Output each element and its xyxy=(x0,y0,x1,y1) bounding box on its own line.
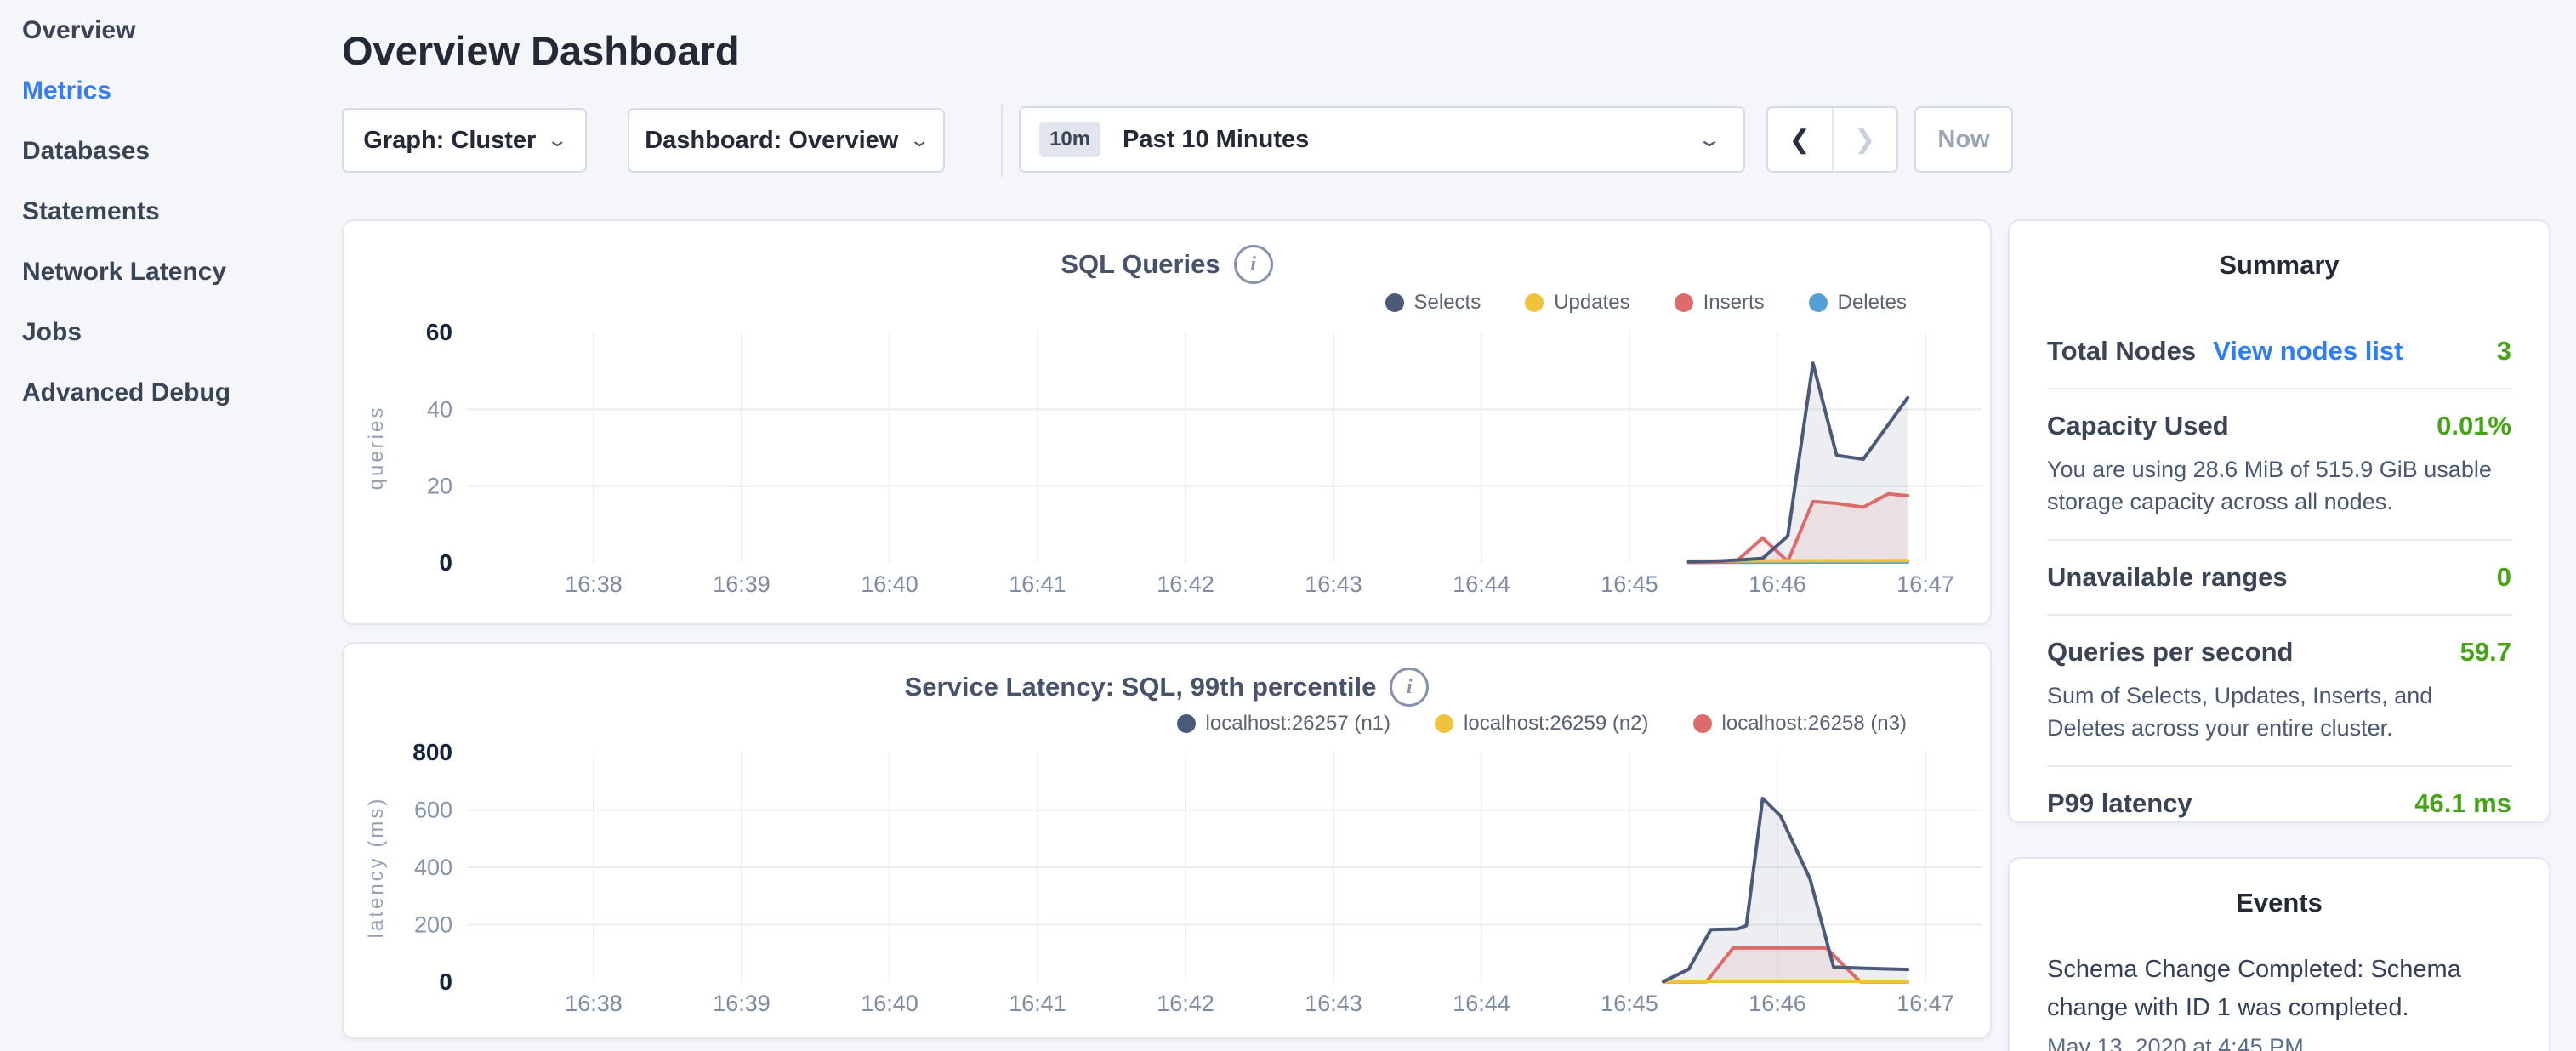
svg-text:latency (ms): latency (ms) xyxy=(365,797,388,939)
svg-text:0: 0 xyxy=(439,549,452,576)
svg-text:60: 60 xyxy=(426,319,452,345)
svg-text:16:39: 16:39 xyxy=(713,991,771,1016)
svg-text:20: 20 xyxy=(427,474,452,499)
time-range-selector[interactable]: 10m Past 10 Minutes ⌄ xyxy=(1019,106,1745,173)
deletes-dot-icon xyxy=(1809,293,1828,312)
p99-latency-value: 46.1 ms xyxy=(2414,788,2511,819)
svg-text:16:47: 16:47 xyxy=(1896,571,1954,597)
page-title: Overview Dashboard xyxy=(342,27,740,74)
sidebar-item-advanced-debug[interactable]: Advanced Debug xyxy=(0,362,340,423)
chart-title: Service Latency: SQL, 99th percentile xyxy=(905,672,1377,702)
svg-text:16:44: 16:44 xyxy=(1453,571,1510,597)
svg-text:16:42: 16:42 xyxy=(1157,991,1214,1016)
chart-title: SQL Queries xyxy=(1061,249,1220,280)
sidebar-item-databases[interactable]: Databases xyxy=(0,121,340,181)
graph-scope-dropdown[interactable]: Graph: Cluster ⌄ xyxy=(342,108,587,173)
svg-text:16:46: 16:46 xyxy=(1749,571,1806,597)
event-text: Schema Change Completed: Schema change w… xyxy=(2047,951,2511,1027)
svg-text:16:43: 16:43 xyxy=(1305,991,1362,1016)
time-nav-group: ❮ ❯ xyxy=(1766,106,1898,173)
unavailable-ranges-value: 0 xyxy=(2497,562,2511,593)
svg-text:16:41: 16:41 xyxy=(1009,991,1066,1016)
chart-legend: Selects Updates Inserts Deletes xyxy=(1385,291,1908,315)
svg-text:16:39: 16:39 xyxy=(713,571,771,597)
time-next-button[interactable]: ❯ xyxy=(1834,108,1897,171)
selects-dot-icon xyxy=(1385,293,1404,312)
legend-item: localhost:26257 (n1) xyxy=(1177,712,1390,736)
legend-item: Selects xyxy=(1385,291,1481,315)
event-item[interactable]: Schema Change Completed: Schema change w… xyxy=(2047,951,2511,1051)
legend-item: localhost:26259 (n2) xyxy=(1435,712,1648,736)
svg-text:16:42: 16:42 xyxy=(1157,571,1214,597)
info-icon[interactable]: i xyxy=(1234,245,1273,284)
chevron-down-icon: ⌄ xyxy=(909,129,931,151)
svg-text:0: 0 xyxy=(439,969,452,995)
node2-dot-icon xyxy=(1435,714,1453,733)
view-nodes-list-link[interactable]: View nodes list xyxy=(2213,336,2403,366)
sidebar-item-metrics[interactable]: Metrics xyxy=(0,60,340,121)
capacity-used-desc: You are using 28.6 MiB of 515.9 GiB usab… xyxy=(2047,453,2511,518)
summary-panel: Summary Total Nodes View nodes list 3 Ca… xyxy=(2008,219,2550,823)
summary-row-queries-per-second: Queries per second 59.7 Sum of Selects, … xyxy=(2047,616,2511,767)
legend-item: Inserts xyxy=(1675,291,1765,315)
svg-text:16:38: 16:38 xyxy=(565,991,623,1016)
time-now-button[interactable]: Now xyxy=(1914,106,2013,173)
svg-text:queries: queries xyxy=(365,406,388,491)
info-icon[interactable]: i xyxy=(1390,668,1429,707)
sidebar-item-jobs[interactable]: Jobs xyxy=(0,302,340,362)
svg-text:800: 800 xyxy=(412,739,452,765)
sidebar-item-statements[interactable]: Statements xyxy=(0,181,340,241)
dashboard-label: Dashboard: Overview xyxy=(645,127,898,155)
inserts-dot-icon xyxy=(1675,293,1693,312)
events-panel: Events Schema Change Completed: Schema c… xyxy=(2008,857,2550,1051)
legend-item: Updates xyxy=(1525,291,1629,315)
time-range-label: Past 10 Minutes xyxy=(1123,126,1701,154)
svg-text:16:47: 16:47 xyxy=(1896,991,1954,1016)
svg-text:40: 40 xyxy=(427,396,452,422)
sql-queries-chart-card: 16:38 16:39 16:40 16:41 16:42 16:43 16:44 16:45… xyxy=(342,219,1992,625)
service-latency-chart-card: 16:38 16:39 16:40 16:41 16:42 16:43 16:44 16:45… xyxy=(342,642,1992,1039)
toolbar-divider xyxy=(1001,104,1003,177)
summary-row-total-nodes: Total Nodes View nodes list 3 xyxy=(2047,315,2511,389)
svg-text:16:40: 16:40 xyxy=(861,991,918,1016)
dashboard-dropdown[interactable]: Dashboard: Overview ⌄ xyxy=(628,108,945,173)
summary-row-capacity-used: Capacity Used 0.01% You are using 28.6 M… xyxy=(2047,389,2511,541)
svg-text:16:44: 16:44 xyxy=(1453,991,1510,1016)
time-range-badge: 10m xyxy=(1039,122,1100,157)
chevron-down-icon: ⌄ xyxy=(547,129,569,151)
node3-dot-icon xyxy=(1693,714,1712,733)
updates-dot-icon xyxy=(1525,293,1544,312)
sidebar-item-overview[interactable]: Overview xyxy=(0,0,340,60)
svg-text:200: 200 xyxy=(414,912,452,938)
legend-item: Deletes xyxy=(1809,291,1907,315)
svg-text:16:40: 16:40 xyxy=(861,571,918,597)
capacity-used-value: 0.01% xyxy=(2437,411,2511,441)
graph-scope-label: Graph: Cluster xyxy=(363,127,536,155)
total-nodes-value: 3 xyxy=(2497,336,2511,366)
summary-title: Summary xyxy=(2010,250,2549,281)
summary-row-unavailable-ranges: Unavailable ranges 0 xyxy=(2047,541,2511,616)
app-root: Overview Metrics Databases Statements Ne… xyxy=(0,0,2576,1051)
chevron-down-icon: ⌄ xyxy=(1697,128,1722,152)
svg-text:16:45: 16:45 xyxy=(1601,571,1658,597)
svg-text:400: 400 xyxy=(414,855,452,880)
summary-row-p99-latency: P99 latency 46.1 ms xyxy=(2047,767,2511,840)
svg-text:600: 600 xyxy=(414,798,452,823)
svg-text:16:45: 16:45 xyxy=(1601,991,1658,1016)
svg-text:16:41: 16:41 xyxy=(1009,571,1066,597)
svg-text:16:38: 16:38 xyxy=(565,571,623,597)
qps-value: 59.7 xyxy=(2460,637,2511,668)
svg-text:16:46: 16:46 xyxy=(1749,991,1806,1016)
sidebar: Overview Metrics Databases Statements Ne… xyxy=(0,0,340,1051)
sidebar-item-network-latency[interactable]: Network Latency xyxy=(0,241,340,302)
time-prev-button[interactable]: ❮ xyxy=(1768,108,1834,171)
chart-legend: localhost:26257 (n1) localhost:26259 (n2… xyxy=(1177,712,1907,736)
qps-desc: Sum of Selects, Updates, Inserts, and De… xyxy=(2047,679,2511,744)
legend-item: localhost:26258 (n3) xyxy=(1693,712,1907,736)
node1-dot-icon xyxy=(1177,714,1196,733)
events-title: Events xyxy=(2010,888,2549,918)
event-timestamp: May 13, 2020 at 4:45 PM xyxy=(2047,1034,2511,1051)
svg-text:16:43: 16:43 xyxy=(1305,571,1362,597)
